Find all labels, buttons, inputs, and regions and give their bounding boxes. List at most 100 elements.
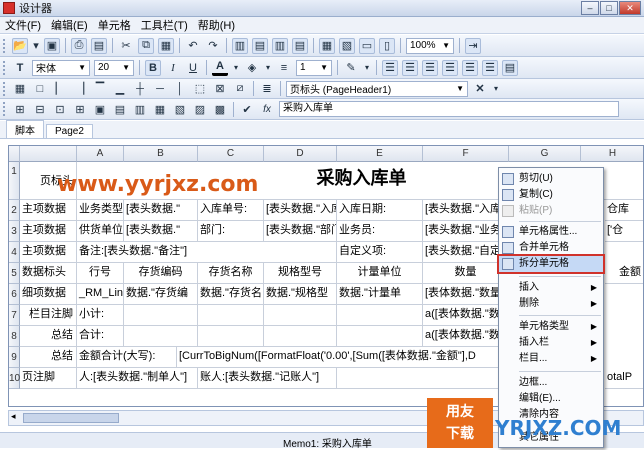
menu-item-paste[interactable]: 粘贴(P) [499, 203, 603, 219]
cell-r8-f[interactable] [337, 326, 423, 347]
delete-row-icon[interactable]: ▤ [252, 37, 268, 54]
save-icon[interactable]: ▣ [44, 37, 60, 54]
cell-r8-d[interactable] [198, 326, 264, 347]
cell-r3-f[interactable]: 业务员: [337, 221, 423, 242]
row-header-2[interactable]: 2 [9, 200, 20, 221]
cell-r5-e[interactable]: 规格型号 [264, 263, 337, 284]
align-center-icon[interactable]: ☰ [402, 59, 418, 76]
col-header-b[interactable]: B [124, 146, 198, 162]
corner-header[interactable] [9, 146, 20, 162]
line-width-select[interactable]: 1 ▼ [296, 59, 332, 76]
row-header-7[interactable]: 7 [9, 305, 20, 326]
cell-r10-c[interactable]: 账人:[表头数据."记账人"] [198, 368, 337, 389]
align-top-icon[interactable]: ☰ [442, 59, 458, 76]
cell-r9-b[interactable]: 金额合计(大写): [77, 347, 177, 368]
cell-r6-d[interactable]: 数据."存货名 [198, 284, 264, 305]
preview-icon[interactable]: ▤ [91, 37, 107, 54]
cut-icon[interactable]: ✂ [118, 38, 134, 54]
cell-r7-band[interactable]: 栏目注脚 [20, 305, 77, 326]
cell-r6-f[interactable]: 数据."计量单 [337, 284, 423, 305]
cell-r5-b[interactable]: 行号 [77, 263, 124, 284]
cell-r3-e[interactable]: [表头数据."部门"] [264, 221, 337, 242]
border-all-icon[interactable]: ▦ [12, 81, 28, 97]
paste-icon[interactable]: ▦ [158, 37, 174, 54]
band-icon-11[interactable]: ▩ [212, 101, 228, 117]
col-header-a[interactable]: A [77, 146, 124, 162]
cell-r7-d[interactable] [198, 305, 264, 326]
menu-item-delete[interactable]: 删除 ▶ [499, 296, 603, 312]
open-dropdown-icon[interactable]: ▾ [32, 38, 40, 54]
font-size-select[interactable]: 20 ▼ [94, 59, 134, 76]
cell-r2-c[interactable]: [表头数据." [124, 200, 198, 221]
chart-icon[interactable]: ▧ [339, 37, 355, 54]
cell-r5-f[interactable]: 计量单位 [337, 263, 423, 284]
cell-r10-d[interactable] [337, 368, 509, 389]
band-icon-5[interactable]: ▣ [92, 101, 108, 117]
cell-r9-c[interactable]: [CurrToBigNum([FormatFloat('0.00',[Sum([… [177, 347, 509, 368]
delete-col-icon[interactable]: ▤ [292, 37, 308, 54]
cell-r6-band[interactable]: 细项数据 [20, 284, 77, 305]
fx-icon[interactable]: fx [259, 101, 275, 117]
cell-r6-c[interactable]: 数据."存货编 [124, 284, 198, 305]
cell-r3-b[interactable]: 供货单位: [77, 221, 124, 242]
insert-col-icon[interactable]: ▥ [272, 37, 288, 54]
cell-r6-g[interactable]: [表体数据."数量 [423, 284, 509, 305]
cell-r2-b[interactable]: 业务类型: [77, 200, 124, 221]
row-header-3[interactable]: 3 [9, 221, 20, 242]
delete-section-icon[interactable]: ✕ [472, 81, 488, 97]
border-none-icon[interactable]: ⬚ [192, 81, 208, 97]
cell-r2-f[interactable]: 入库日期: [337, 200, 423, 221]
band-icon-2[interactable]: ⊟ [32, 101, 48, 117]
cell-r6-e[interactable]: 数据."规格型 [264, 284, 337, 305]
print-icon[interactable]: ⎙ [71, 37, 87, 54]
band-icon-9[interactable]: ▧ [172, 101, 188, 117]
menu-item-band[interactable]: 栏目... ▶ [499, 351, 603, 367]
menu-item-insert-band[interactable]: 插入栏 ▶ [499, 335, 603, 351]
cell-r5-g[interactable]: 数量 [423, 263, 509, 284]
menu-toolbar[interactable]: 工具栏(T) [136, 17, 193, 33]
menu-help[interactable]: 帮助(H) [193, 17, 240, 33]
copy-icon[interactable]: ⧉ [138, 37, 154, 54]
cell-r10-band[interactable]: 页注脚 [20, 368, 77, 389]
exit-icon[interactable]: ⇥ [465, 37, 481, 54]
cell-r3-c[interactable]: [表头数据." [124, 221, 198, 242]
col-header-e[interactable]: E [337, 146, 423, 162]
zoom-select[interactable]: 100% ▼ [406, 37, 454, 54]
border-x-icon[interactable]: ⊠ [212, 81, 228, 97]
cell-r7-c[interactable] [124, 305, 198, 326]
cell-r3-h[interactable]: ['仓 [605, 221, 643, 242]
menu-item-cell-type[interactable]: 单元格类型 ▶ [499, 319, 603, 335]
band-icon-8[interactable]: ▦ [152, 101, 168, 117]
bold-button[interactable]: B [145, 59, 161, 76]
row-header-10[interactable]: 10 [9, 368, 20, 389]
cell-r2-g[interactable]: [表头数据."入库日期" [423, 200, 509, 221]
menu-item-copy[interactable]: 复制(C) [499, 187, 603, 203]
col-header-h[interactable]: H [581, 146, 643, 162]
menu-edit[interactable]: 编辑(E) [46, 17, 93, 33]
menu-item-cut[interactable]: 剪切(U) [499, 171, 603, 187]
section-select[interactable]: 页标头 (PageHeader1) ▼ [286, 80, 468, 97]
cell-r8-c[interactable] [124, 326, 198, 347]
menu-cell[interactable]: 单元格 [93, 17, 136, 33]
undo-icon[interactable]: ↶ [185, 38, 201, 54]
line-style-icon[interactable]: ≡ [276, 60, 292, 76]
tab-page2[interactable]: Page2 [46, 124, 93, 138]
cell-r7-g[interactable]: a([表体数据."数量 [423, 305, 509, 326]
border-outer-icon[interactable]: □ [32, 81, 48, 97]
row-header-4[interactable]: 4 [9, 242, 20, 263]
band-icon-6[interactable]: ▤ [112, 101, 128, 117]
cell-r3-d[interactable]: 部门: [198, 221, 264, 242]
rows-icon[interactable]: ≣ [259, 81, 275, 97]
align-left-icon[interactable]: ☰ [382, 59, 398, 76]
cell-r10-h[interactable]: otalP [605, 368, 643, 389]
pen-dropdown-icon[interactable]: ▾ [363, 60, 371, 76]
open-icon[interactable]: 📂 [12, 37, 28, 54]
cell-r5-c[interactable]: 存货编码 [124, 263, 198, 284]
italic-button[interactable]: I [165, 60, 181, 76]
formula-input[interactable]: 采购入库单 [279, 101, 619, 117]
cell-r4-b[interactable]: 备注:[表头数据."备注"] [77, 242, 337, 263]
wrap-icon[interactable]: ▤ [502, 59, 518, 76]
border-inner-icon[interactable]: ┼ [132, 81, 148, 97]
cell-r5-d[interactable]: 存货名称 [198, 263, 264, 284]
border-top-icon[interactable]: ▔ [92, 81, 108, 97]
